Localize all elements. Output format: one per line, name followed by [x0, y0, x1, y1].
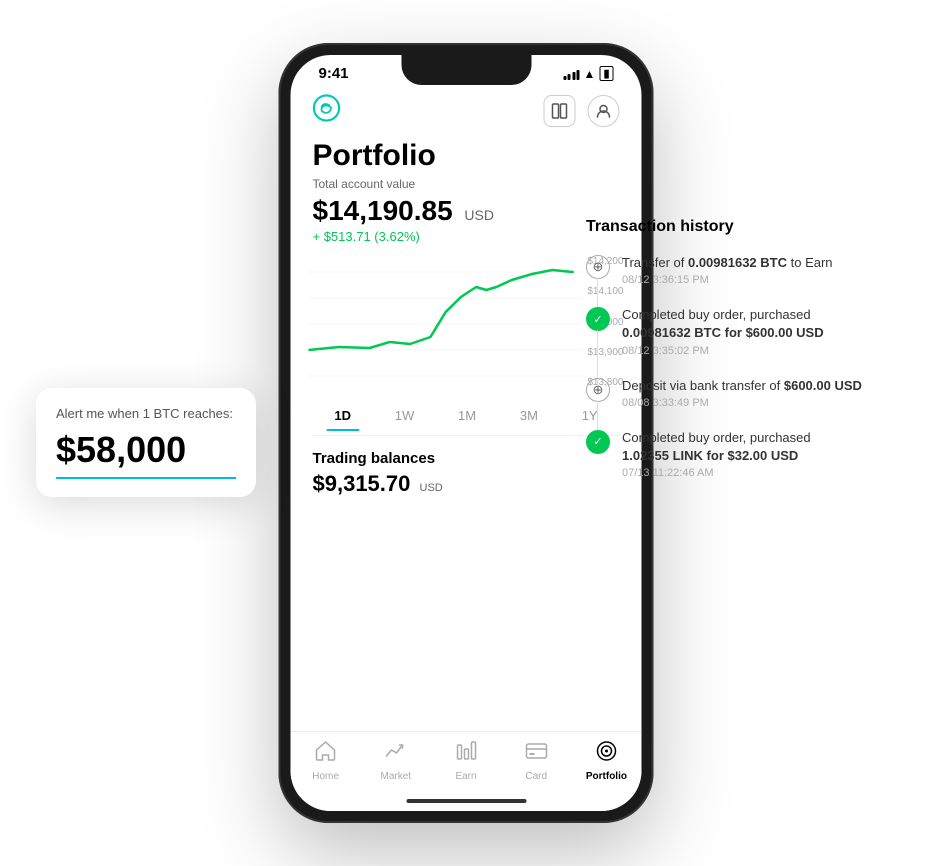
- tx-body-2: Completed buy order, purchased0.00981632…: [622, 306, 896, 356]
- home-indicator: [406, 799, 526, 803]
- card-label: Card: [525, 771, 547, 782]
- tx-body-1: Transfer of 0.00981632 BTC to Earn 08/12…: [622, 254, 896, 286]
- header-icons: [544, 95, 620, 127]
- tx-title: Transaction history: [586, 218, 896, 236]
- tx-icon-check-2: ✓: [586, 430, 610, 454]
- filter-3m[interactable]: 3M: [512, 404, 546, 427]
- app-header: [313, 86, 620, 139]
- nav-card[interactable]: Card: [501, 740, 571, 782]
- market-label: Market: [381, 771, 412, 782]
- tx-item-2: ✓ Completed buy order, purchased0.009816…: [586, 306, 896, 356]
- chart-svg: [309, 252, 624, 392]
- status-time: 9:41: [319, 65, 349, 82]
- filter-1w[interactable]: 1W: [387, 404, 423, 427]
- time-filters: 1D 1W 1M 3M 1Y: [313, 392, 620, 436]
- nav-market[interactable]: Market: [361, 740, 431, 782]
- tx-text-3: Deposit via bank transfer of $600.00 USD: [622, 377, 896, 395]
- tx-body-4: Completed buy order, purchased1.02355 LI…: [622, 429, 896, 479]
- tx-date-3: 08/08 3:33:49 PM: [622, 397, 896, 409]
- profile-icon: [596, 103, 612, 119]
- nav-portfolio[interactable]: Portfolio: [571, 740, 641, 782]
- filter-1d[interactable]: 1D: [326, 404, 359, 427]
- tx-text-1: Transfer of 0.00981632 BTC to Earn: [622, 254, 896, 272]
- bar-1: [563, 76, 566, 80]
- status-icons: ▲ ▮: [563, 66, 613, 81]
- account-change: + $513.71 (3.62%): [313, 229, 620, 244]
- tx-icon-check-1: ✓: [586, 307, 610, 331]
- nav-home[interactable]: Home: [291, 740, 361, 782]
- profile-button[interactable]: [588, 95, 620, 127]
- tx-item-3: ⊕ Deposit via bank transfer of $600.00 U…: [586, 377, 896, 409]
- signal-bars: [563, 68, 580, 80]
- portfolio-nav-icon: [595, 740, 617, 768]
- trading-section: Trading balances $9,315.70 USD: [313, 436, 620, 497]
- tx-item-1: ⊕ Transfer of 0.00981632 BTC to Earn 08/…: [586, 254, 896, 286]
- alert-card: Alert me when 1 BTC reaches: $58,000: [36, 388, 256, 497]
- tx-icon-deposit: ⊕: [586, 378, 610, 402]
- card-icon: [525, 740, 547, 768]
- account-value-amount: $14,190.85: [313, 195, 453, 226]
- home-label: Home: [312, 771, 339, 782]
- tx-icon-transfer: ⊕: [586, 255, 610, 279]
- tx-text-2: Completed buy order, purchased0.00981632…: [622, 306, 896, 342]
- tx-date-4: 07/13 11:22:46 AM: [622, 467, 896, 479]
- tx-date-2: 08/12 3:35:02 PM: [622, 345, 896, 357]
- bar-2: [568, 74, 571, 80]
- layout-icon: [552, 103, 568, 119]
- scene: Transaction history ⊕ Transfer of 0.0098…: [16, 18, 916, 848]
- earn-label: Earn: [455, 771, 476, 782]
- market-icon: [385, 740, 407, 768]
- account-value: $14,190.85 USD: [313, 195, 620, 227]
- tx-body-3: Deposit via bank transfer of $600.00 USD…: [622, 377, 896, 409]
- portfolio-label: Portfolio: [586, 771, 627, 782]
- home-icon: [315, 740, 337, 768]
- tx-text-4: Completed buy order, purchased1.02355 LI…: [622, 429, 896, 465]
- chart-area: $14,200 $14,100 $14,000 $13,900 $13,800: [309, 252, 624, 392]
- tx-item-4: ✓ Completed buy order, purchased1.02355 …: [586, 429, 896, 479]
- trading-currency: USD: [420, 482, 443, 494]
- trading-title: Trading balances: [313, 450, 620, 467]
- tx-date-1: 08/12 3:36:15 PM: [622, 274, 896, 286]
- trading-amount: $9,315.70: [313, 471, 411, 496]
- portfolio-section: Portfolio Total account value $14,190.85…: [313, 139, 620, 244]
- alert-value: $58,000: [56, 429, 236, 479]
- layout-button[interactable]: [544, 95, 576, 127]
- filter-1m[interactable]: 1M: [450, 404, 484, 427]
- account-currency: USD: [464, 207, 494, 223]
- earn-icon: [455, 740, 477, 768]
- nav-earn[interactable]: Earn: [431, 740, 501, 782]
- bar-3: [572, 72, 575, 80]
- bar-4: [577, 70, 580, 80]
- portfolio-title: Portfolio: [313, 139, 620, 173]
- wifi-icon: ▲: [584, 67, 596, 81]
- alert-label: Alert me when 1 BTC reaches:: [56, 406, 236, 421]
- coinbase-logo: [313, 94, 341, 127]
- trading-value: $9,315.70 USD: [313, 471, 620, 497]
- phone-notch: [401, 55, 531, 85]
- account-label: Total account value: [313, 177, 620, 191]
- battery-icon: ▮: [599, 66, 613, 81]
- transaction-panel: Transaction history ⊕ Transfer of 0.0098…: [586, 218, 896, 499]
